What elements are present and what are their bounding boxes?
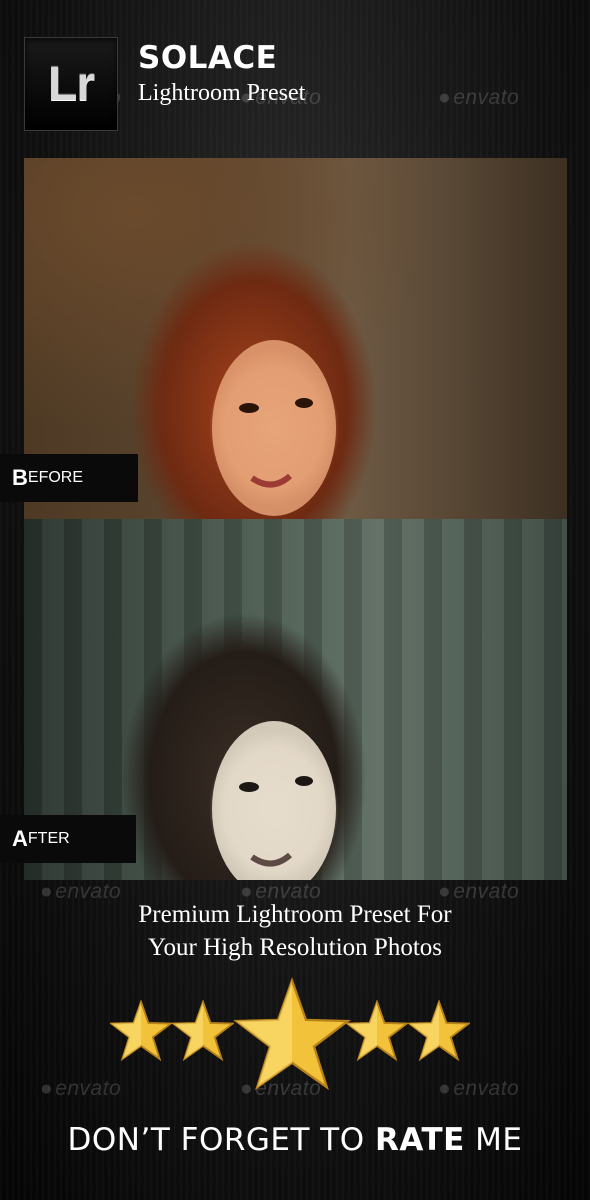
star-icon xyxy=(172,1000,234,1062)
star-icon xyxy=(346,1000,408,1062)
after-label: A FTER xyxy=(0,815,136,863)
lightroom-logo-text: Lr xyxy=(48,57,95,111)
product-subtitle: Lightroom Preset xyxy=(138,80,306,106)
after-label-rest: FTER xyxy=(27,830,70,847)
rating-stars xyxy=(0,975,590,1095)
star-icon xyxy=(408,1000,470,1062)
before-label-rest: EFORE xyxy=(27,469,84,486)
product-title: SOLACE xyxy=(138,40,278,76)
rate-suffix: ME xyxy=(464,1122,523,1158)
star-icon xyxy=(110,1000,172,1062)
star-icon xyxy=(232,977,352,1091)
before-label: B EFORE xyxy=(0,454,138,502)
rate-me-text: DON’T FORGET TO RATE ME xyxy=(0,1122,590,1158)
tagline-line-2: Your High Resolution Photos xyxy=(147,934,443,961)
before-label-cap: B xyxy=(12,465,28,490)
rate-prefix: DON’T FORGET TO xyxy=(67,1122,375,1158)
lightroom-logo-icon: Lr xyxy=(24,37,118,131)
after-label-cap: A xyxy=(12,826,28,851)
tagline-line-1: Premium Lightroom Preset For xyxy=(138,901,452,928)
rate-bold: RATE xyxy=(375,1122,465,1158)
